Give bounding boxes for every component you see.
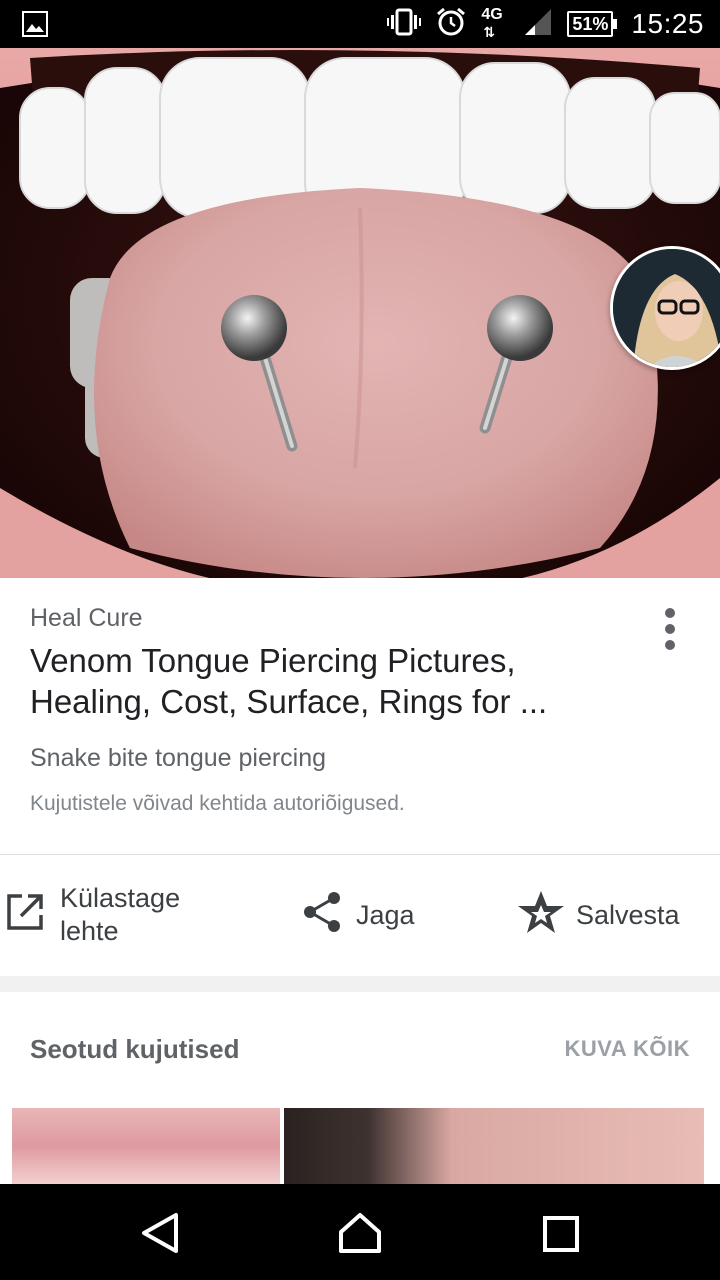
share-icon <box>302 891 342 940</box>
network-indicator: 4G ⇅ <box>481 4 509 44</box>
back-icon[interactable] <box>140 1212 180 1259</box>
action-bar: Külastage lehte Jaga Salvesta <box>0 855 720 975</box>
share-label: Jaga <box>356 899 415 930</box>
result-card: Heal Cure Venom Tongue Piercing Pictures… <box>0 578 720 976</box>
result-description: Snake bite tongue piercing <box>30 744 327 772</box>
signal-icon <box>523 7 553 42</box>
network-type: 4G <box>481 6 503 23</box>
related-image-thumbnail[interactable] <box>284 1108 704 1184</box>
section-gap <box>0 976 720 992</box>
status-bar: 4G ⇅ 51% 15:25 <box>0 0 720 48</box>
data-arrows-icon: ⇅ <box>483 24 496 40</box>
visit-page-button[interactable]: Külastage lehte <box>6 855 210 975</box>
result-source[interactable]: Heal Cure <box>30 604 143 633</box>
share-button[interactable]: Jaga <box>302 855 415 975</box>
visit-page-label: Külastage lehte <box>60 883 181 946</box>
recents-icon[interactable] <box>542 1212 580 1259</box>
save-label: Salvesta <box>576 899 680 930</box>
clock: 15:25 <box>631 8 704 39</box>
more-vert-icon[interactable] <box>650 604 690 652</box>
view-all-button[interactable]: KUVA KÕIK <box>565 1036 691 1062</box>
battery-level: 51% <box>567 11 614 37</box>
save-button[interactable]: Salvesta <box>516 855 680 975</box>
navigation-bar <box>0 1184 720 1280</box>
related-images-section: Seotud kujutised KUVA KÕIK <box>0 992 720 1184</box>
image-icon <box>22 11 48 42</box>
star-icon <box>516 889 566 942</box>
home-icon[interactable] <box>338 1212 382 1259</box>
related-images-title: Seotud kujutised <box>30 1034 240 1064</box>
battery-indicator: 51% <box>567 11 618 37</box>
alarm-icon <box>435 6 467 43</box>
copyright-notice: Kujutistele võivad kehtida autoriõigused… <box>30 792 405 815</box>
result-title[interactable]: Venom Tongue Piercing Pictures, Healing,… <box>30 640 630 722</box>
related-image-thumbnail[interactable] <box>12 1108 280 1184</box>
vibrate-icon <box>387 8 422 41</box>
open-in-new-icon <box>6 893 44 938</box>
